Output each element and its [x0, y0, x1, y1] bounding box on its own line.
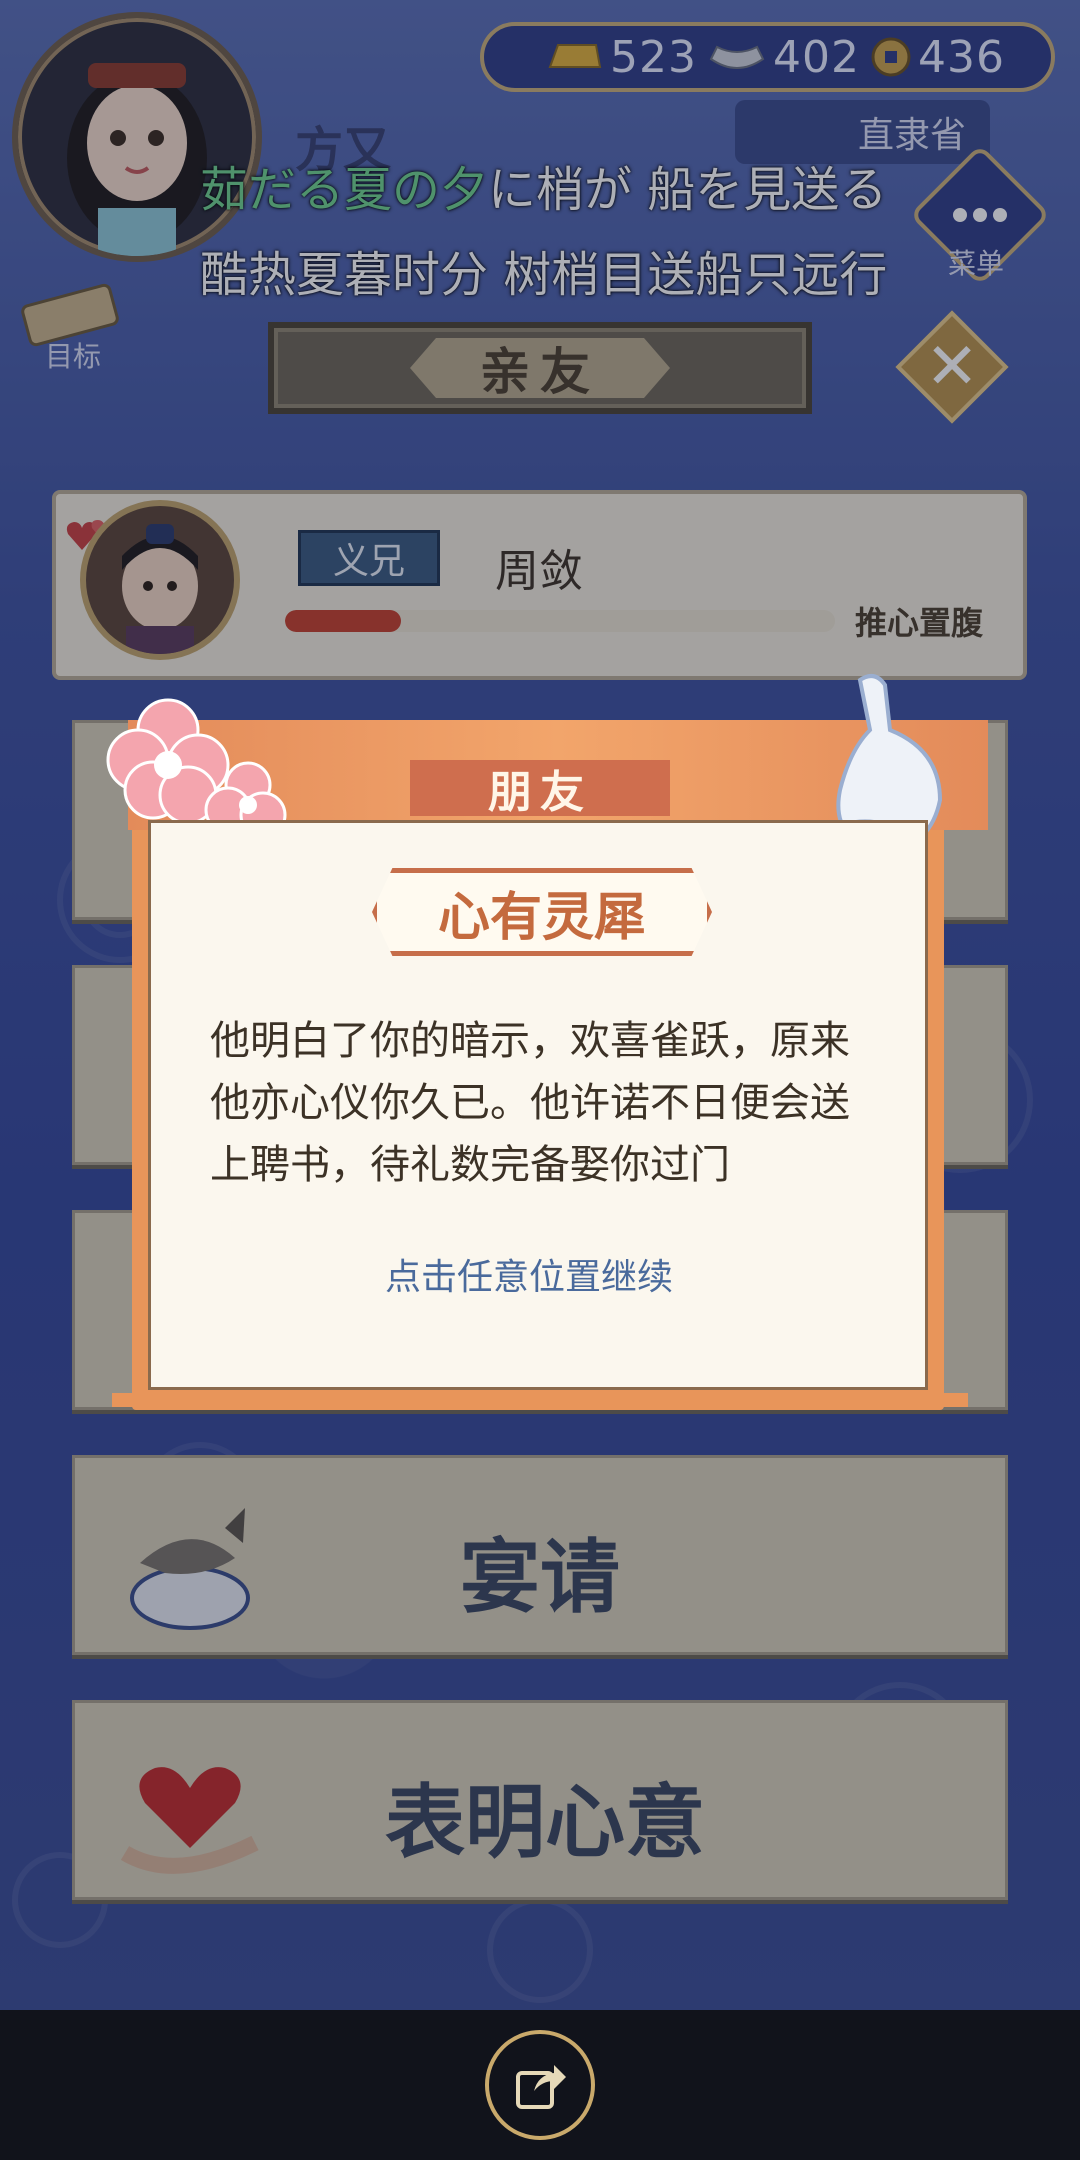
dialog-title: 心有灵犀 [437, 887, 646, 948]
dialog-body: 他明白了你的暗示，欢喜雀跃，原来他亦心仪你久已。他许诺不日便会送上聘书，待礼数完… [210, 1018, 850, 1188]
dialog-footer-bar [112, 1393, 968, 1407]
continue-hint[interactable]: 点击任意位置继续 [385, 1248, 673, 1300]
share-icon [516, 2065, 566, 2109]
dialog-title-box: 心有灵犀 [372, 868, 712, 956]
share-button[interactable] [485, 2030, 595, 2140]
dialog-banner-ribbon: 朋友 [410, 760, 670, 818]
dialog-banner-text: 朋友 [488, 767, 592, 818]
